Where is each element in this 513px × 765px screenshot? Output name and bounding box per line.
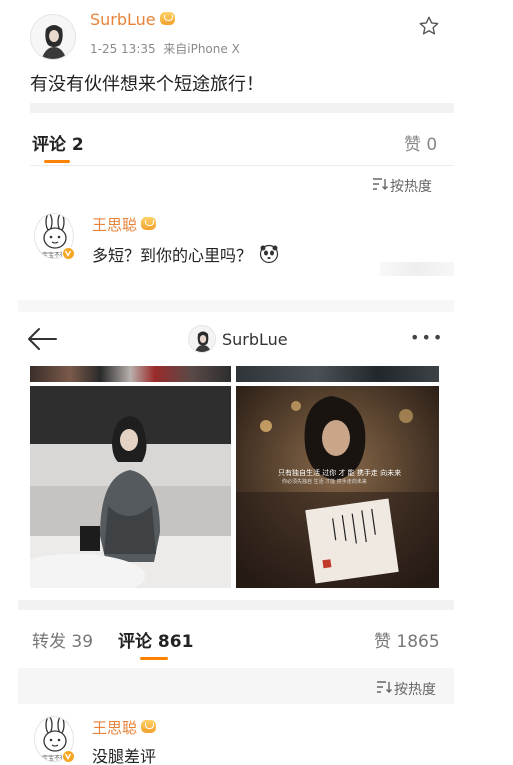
comments-tab-top[interactable]: 评论 2: [32, 130, 84, 155]
repost-header-username[interactable]: SurbLue: [222, 330, 288, 349]
verified-badge-icon: [62, 247, 75, 260]
comments-tab-bottom[interactable]: 评论 861: [118, 627, 193, 652]
verified-badge-icon: [62, 750, 75, 763]
likes-label-bottom[interactable]: 赞 1865: [374, 627, 440, 652]
comment-username[interactable]: 王思聪: [92, 719, 137, 737]
comment-username-row: 王思聪: [92, 214, 157, 235]
movie-subtitle-1: 只有独自生活 过你 才 能 携手走 向未来: [278, 469, 402, 477]
sort-icon: [376, 679, 392, 698]
post-username-row: SurbLue: [90, 10, 175, 29]
tab-underline: [140, 657, 168, 660]
photo-movie-frame[interactable]: [236, 386, 439, 588]
back-arrow-icon[interactable]: [26, 326, 58, 352]
section-divider: [18, 600, 454, 610]
sort-label: 按热度: [394, 681, 436, 698]
likes-label-top[interactable]: 赞 0: [404, 130, 437, 155]
more-icon[interactable]: •••: [410, 328, 444, 347]
comment-text: 没腿差评: [92, 747, 157, 765]
post-avatar[interactable]: [30, 14, 76, 60]
post-text: 有没有伙伴想来个短途旅行！: [30, 74, 264, 95]
image-strip-right: [236, 366, 439, 382]
section-divider: [30, 103, 454, 113]
sort-icon: [372, 176, 388, 195]
post-username[interactable]: SurbLue: [90, 10, 156, 29]
tab-underline: [44, 160, 70, 163]
sort-button-top[interactable]: 按热度: [372, 175, 432, 196]
repost-tab[interactable]: 转发 39: [32, 627, 93, 652]
star-icon[interactable]: [418, 15, 440, 37]
vip-badge-icon: [159, 12, 175, 25]
bar-divider: [30, 165, 454, 166]
photo-woman-on-sofa[interactable]: [30, 386, 231, 588]
sort-label: 按热度: [390, 178, 432, 195]
sort-button-bottom[interactable]: 按热度: [376, 678, 436, 699]
blur-smudge: [380, 262, 454, 276]
comment-text-row: 多短？到你的心里吗？: [92, 242, 279, 266]
movie-subtitle-2: 你必须先独自 生活 才能 携手走向未来: [282, 479, 367, 485]
comment-username[interactable]: 王思聪: [92, 216, 137, 234]
panda-emoji-icon: [259, 244, 279, 264]
post-meta: 1-25 13:35 来自iPhone X: [90, 42, 240, 56]
vip-badge-icon: [141, 217, 157, 230]
repost-header-avatar[interactable]: [188, 325, 216, 353]
comment-text: 多短？到你的心里吗？: [92, 246, 253, 265]
section-divider: [18, 300, 454, 312]
image-strip-left: [30, 366, 231, 382]
vip-badge-icon: [141, 720, 157, 733]
comment-username-row: 王思聪: [92, 717, 157, 738]
